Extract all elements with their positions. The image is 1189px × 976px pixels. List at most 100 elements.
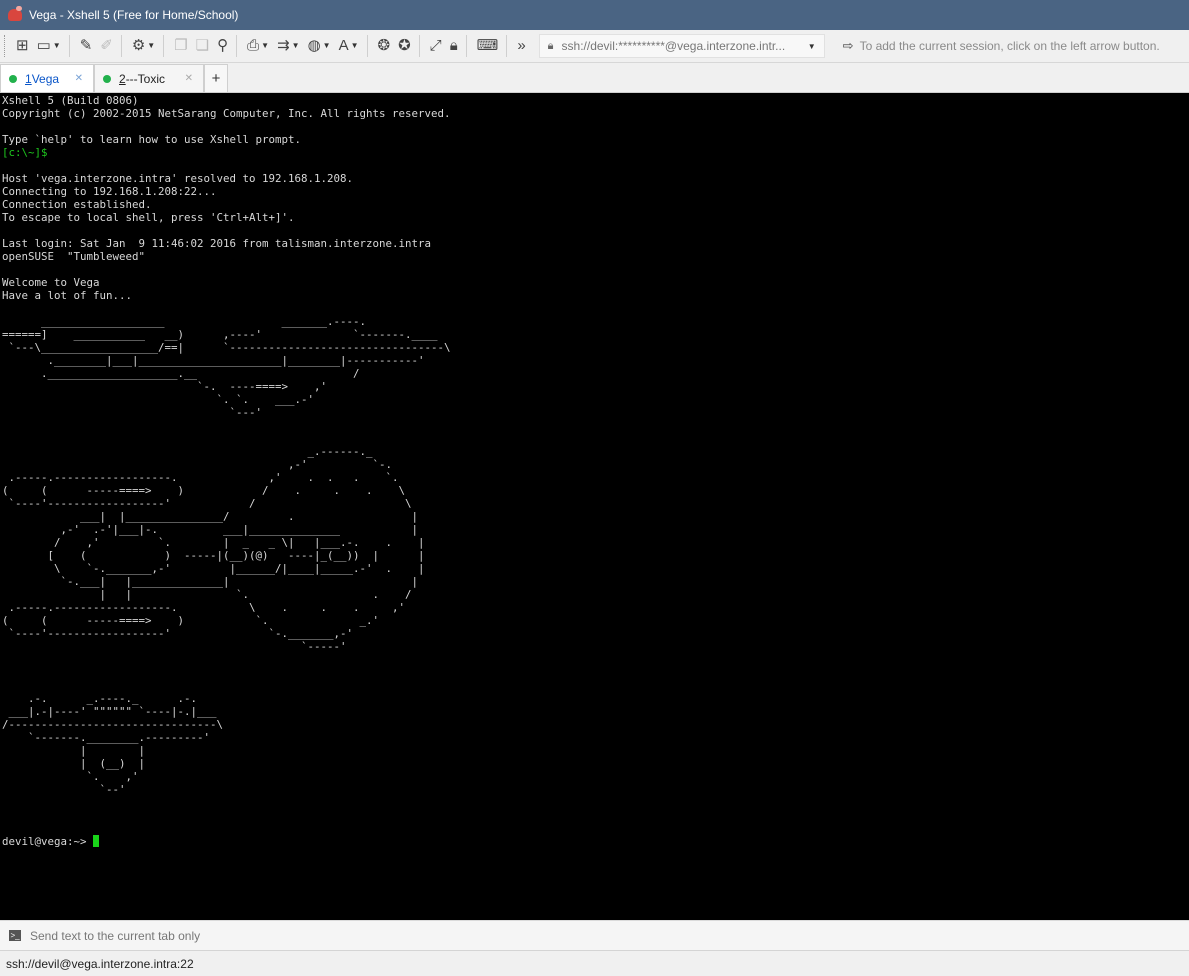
connected-status-icon <box>103 74 111 83</box>
terminal-line: .____________________.__ / <box>2 367 360 380</box>
compose-input[interactable]: Send text to the current tab only <box>30 929 200 943</box>
terminal-line: `-. ----====> ,' <box>2 380 328 393</box>
tab-label: ---Toxic <box>125 71 166 86</box>
terminal-line: `---' <box>2 406 263 419</box>
terminal-line: `-.___| |______________| | <box>2 575 419 588</box>
terminal-line: ( ( -----====> ) `. _.' <box>2 614 380 627</box>
terminal-line: _.------._ <box>2 445 373 458</box>
terminal-line: `---\__________________/==| `-----------… <box>2 341 451 354</box>
add-session-hint: ⇨ To add the current session, click on t… <box>843 38 1160 54</box>
status-connection-text: ssh://devil@vega.interzone.intra:22 <box>6 956 194 971</box>
terminal-line: .-----.------------------. ,' . . . `. <box>2 471 399 484</box>
connected-status-icon <box>9 74 17 83</box>
window-titlebar: Vega - Xshell 5 (Free for Home/School) <box>0 0 1189 30</box>
new-tab-button[interactable]: + <box>204 64 228 92</box>
terminal-output[interactable]: Xshell 5 (Build 0806) Copyright (c) 2002… <box>0 93 1189 918</box>
terminal-line: `--' <box>2 783 126 796</box>
terminal-line: `. ,' <box>2 770 139 783</box>
copy-icon[interactable]: ❐ <box>171 34 190 58</box>
terminal-line: `----'------------------' / \ <box>2 497 412 510</box>
terminal-line: .-. _.----._ .-. <box>2 692 198 705</box>
terminal-line: Type `help' to learn how to use Xshell p… <box>2 133 302 146</box>
terminal-line: Last login: Sat Jan 9 11:46:02 2016 from… <box>2 237 432 250</box>
terminal-text: Xshell 5 (Build 0806) Copyright (c) 2002… <box>0 93 1189 848</box>
tab-toxic[interactable]: 2 ---Toxic ✕ <box>94 64 204 92</box>
terminal-line: .________|___|______________________|___… <box>2 354 425 367</box>
transfer-icon[interactable]: ⇉ ▼ <box>274 34 303 58</box>
fullscreen-icon[interactable]: ⤢ <box>427 34 445 58</box>
font-icon[interactable]: A ▼ <box>336 34 362 58</box>
compose-bar[interactable]: >_ Send text to the current tab only <box>0 920 1189 950</box>
window-title: Vega - Xshell 5 (Free for Home/School) <box>29 8 239 22</box>
tab-number: 2 <box>119 71 126 86</box>
terminal-line: openSUSE "Tumbleweed" <box>2 250 146 263</box>
terminal-line: ___________________ _______.----. <box>2 315 367 328</box>
lock-icon[interactable]: 🔒︎ <box>447 34 461 58</box>
terminal-line: To escape to local shell, press 'Ctrl+Al… <box>2 211 295 224</box>
toolbar: ⊞ ▭ ▼ ✎ ✐ ⚙ ▼ ❐ ❏ ⚲ ⎙ ▼ ⇉ ▼ ◍ ▼ A ▼ ❂ ✪ ⤢ 🔒︎ ⌨… <box>0 30 1189 63</box>
terminal-line: Xshell 5 (Build 0806) <box>2 94 139 107</box>
xftp-icon[interactable]: ❂ <box>375 34 394 58</box>
terminal-line: `-------.________.---------' <box>2 731 211 744</box>
tab-label: Vega <box>31 71 60 86</box>
compose-icon[interactable]: >_ <box>9 930 21 941</box>
toolbar-separator <box>366 35 368 57</box>
toolbar-separator <box>236 35 238 57</box>
terminal-line: Have a lot of fun... <box>2 289 133 302</box>
add-session-hint-text: To add the current session, click on the… <box>859 39 1160 53</box>
toolbar-overflow-icon[interactable]: » <box>514 34 528 58</box>
tab-vega[interactable]: 1 Vega ✕ <box>0 64 94 92</box>
status-bar: ssh://devil@vega.interzone.intra:22 <box>0 950 1189 976</box>
connect-icon[interactable]: ✎ <box>77 34 96 58</box>
address-dropdown-icon[interactable]: ▼ <box>808 42 816 51</box>
terminal-cursor <box>93 835 100 847</box>
toolbar-separator <box>68 35 70 57</box>
terminal-line: ======] ___________ __) ,----' `-------.… <box>2 328 438 341</box>
terminal-line: ___| |_______________/ . | <box>2 510 419 523</box>
find-icon[interactable]: ⚲ <box>214 34 231 58</box>
terminal-line: [ ( ) -----|(__)(@) ----|_(__)) | | <box>2 549 425 562</box>
terminal-line: ___|.-|----' """""" `----|-.|___ <box>2 705 217 718</box>
toolbar-separator <box>163 35 165 57</box>
terminal-line: \ `-._______,-' |______/|____|_____.-' .… <box>2 562 425 575</box>
terminal-line: devil@vega:~> <box>2 835 94 848</box>
xmanager-icon[interactable]: ✪ <box>395 34 414 58</box>
terminal-line: ,-' .-'|___|-. ___|______________ | <box>2 523 419 536</box>
toolbar-separator <box>120 35 122 57</box>
print-icon[interactable]: ⎙ ▼ <box>244 34 272 58</box>
terminal-line: ( ( -----====> ) / . . . \ <box>2 484 406 497</box>
toolbar-separator <box>465 35 467 57</box>
disconnect-icon[interactable]: ✐ <box>97 34 116 58</box>
paste-icon[interactable]: ❏ <box>193 34 212 58</box>
keyboard-icon[interactable]: ⌨ <box>474 34 502 58</box>
close-tab-icon[interactable]: ✕ <box>185 73 193 84</box>
new-session-icon[interactable]: ⊞ <box>13 34 32 58</box>
terminal-line: / ,' `. | _ _ \| |___.-. . | <box>2 536 425 549</box>
close-tab-icon[interactable]: ✕ <box>75 73 83 84</box>
xshell-app-icon <box>8 6 22 21</box>
properties-icon[interactable]: ⚙ ▼ <box>129 34 158 58</box>
terminal-line: Welcome to Vega <box>2 276 100 289</box>
globe-icon[interactable]: ◍ ▼ <box>305 34 334 58</box>
toolbar-separator <box>418 35 420 57</box>
terminal-line: | | `. . / <box>2 588 412 601</box>
terminal-line: Copyright (c) 2002-2015 NetSarang Comput… <box>2 107 451 120</box>
terminal-line: Connection established. <box>2 198 152 211</box>
open-folder-icon[interactable]: ▭ ▼ <box>34 34 64 58</box>
terminal-line: | (__) | <box>2 757 146 770</box>
terminal-line: | | <box>2 744 146 757</box>
terminal-line: Connecting to 192.168.1.208:22... <box>2 185 217 198</box>
session-address-text: ssh://devil:**********@vega.interzone.in… <box>561 39 786 53</box>
tab-bar: 1 Vega ✕ 2 ---Toxic ✕ + <box>0 63 1189 93</box>
terminal-line: `. `. ___.-' <box>2 393 315 406</box>
terminal-line: .-----.------------------. \ . . . ,' <box>2 601 406 614</box>
tab-number: 1 <box>25 71 32 86</box>
toolbar-separator <box>506 35 508 57</box>
add-session-arrow-icon[interactable]: ⇨ <box>843 38 854 54</box>
toolbar-grip[interactable] <box>4 35 8 57</box>
terminal-line: [c:\~]$ <box>2 146 48 159</box>
terminal-line: `----'------------------' `-._______,-' <box>2 627 354 640</box>
terminal-line: /--------------------------------\ <box>2 718 224 731</box>
session-address-combo[interactable]: 🔒︎ ssh://devil:**********@vega.interzone… <box>538 34 825 58</box>
terminal-line: ,-' `-. <box>2 458 393 471</box>
